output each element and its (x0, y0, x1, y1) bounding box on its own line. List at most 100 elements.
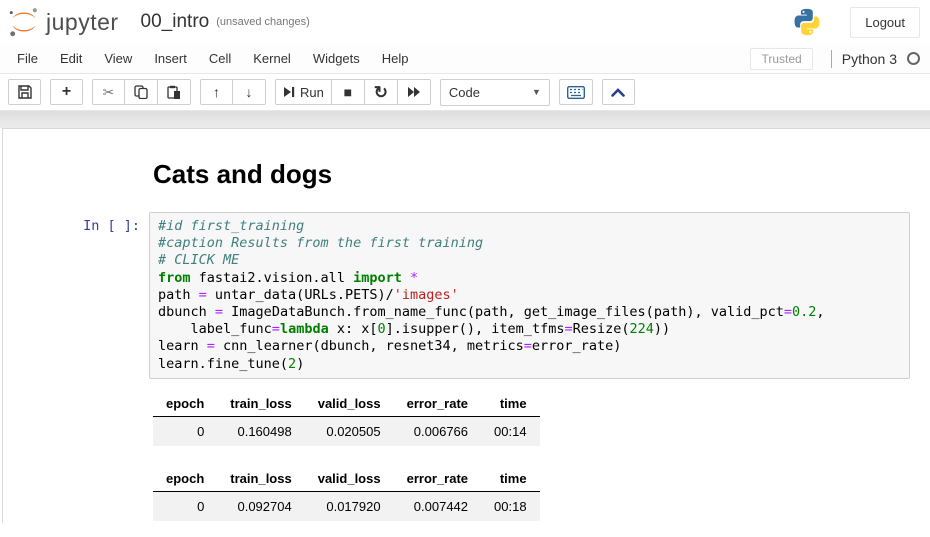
refresh-icon: ↻ (374, 84, 388, 101)
notebook-container: Cats and dogs In [ ]: #id first_training… (2, 128, 930, 523)
run-cell-button[interactable]: Run (275, 79, 332, 105)
table-header-cell: train_loss (217, 391, 304, 417)
menu-bar: File Edit View Insert Cell Kernel Widget… (0, 44, 930, 74)
table-cell: 0.007442 (394, 491, 481, 521)
run-label: Run (300, 85, 324, 100)
scissors-icon: ✂ (103, 85, 115, 99)
restart-run-all-button[interactable] (398, 79, 431, 105)
arrow-down-icon: ↓ (246, 85, 253, 99)
copy-cell-button[interactable] (125, 79, 158, 105)
cut-cell-button[interactable]: ✂ (92, 79, 125, 105)
table-header-cell: epoch (153, 466, 217, 492)
table-header-cell: error_rate (394, 391, 481, 417)
arrow-up-icon: ↑ (213, 85, 220, 99)
code-line: label_func=lambda x: x[0].isupper(), ite… (158, 321, 901, 338)
training-results-table-2: epochtrain_lossvalid_losserror_ratetime0… (153, 466, 540, 523)
table-header-cell: valid_loss (305, 466, 394, 492)
kernel-divider (831, 50, 832, 68)
table-cell: 0.012449 (305, 521, 394, 523)
logout-button[interactable]: Logout (850, 7, 920, 38)
toolbar: + ✂ ↑ ↓ Run ■ ↻ (0, 74, 930, 111)
input-prompt: In [ ]: (3, 212, 149, 379)
kernel-idle-icon (907, 52, 920, 65)
table-row: 00.0927040.0179200.00744200:18 (153, 491, 540, 521)
table-header-cell: train_loss (217, 466, 304, 492)
copy-icon (134, 85, 148, 99)
table-cell: 0.020505 (305, 416, 394, 446)
step-forward-icon (283, 86, 295, 98)
plus-icon: + (62, 84, 71, 100)
table-cell: 0.027785 (217, 521, 304, 523)
menu-edit[interactable]: Edit (49, 45, 93, 72)
checkpoint-status: (unsaved changes) (216, 16, 310, 28)
training-results-table-1: epochtrain_lossvalid_losserror_ratetime0… (153, 391, 540, 446)
table-header-cell: error_rate (394, 466, 481, 492)
notebook-title[interactable]: 00_intro (141, 11, 210, 33)
chevron-up-icon (611, 88, 625, 97)
code-cell: In [ ]: #id first_training#caption Resul… (3, 212, 930, 379)
menu-kernel[interactable]: Kernel (242, 45, 302, 72)
save-button[interactable] (8, 79, 41, 105)
menu-insert[interactable]: Insert (143, 45, 198, 72)
table-cell: 0 (153, 416, 217, 446)
save-icon (18, 85, 32, 99)
markdown-cell[interactable]: Cats and dogs (3, 129, 930, 198)
python-logo-icon (792, 7, 822, 37)
restart-kernel-button[interactable]: ↻ (365, 79, 398, 105)
table-header-cell: valid_loss (305, 391, 394, 417)
stop-icon: ■ (344, 85, 352, 99)
chevron-down-icon: ▼ (532, 87, 541, 97)
menu-view[interactable]: View (93, 45, 143, 72)
table-cell: 0.092704 (217, 491, 304, 521)
menu-list: File Edit View Insert Cell Kernel Widget… (6, 45, 420, 72)
menu-widgets[interactable]: Widgets (302, 45, 371, 72)
add-cell-button[interactable]: + (50, 79, 83, 105)
table-row: 00.1604980.0205050.00676600:14 (153, 416, 540, 446)
table-cell: 00:18 (481, 521, 540, 523)
cell-type-value: Code (449, 85, 480, 100)
table-header-cell: time (481, 391, 540, 417)
jupyter-logo[interactable]: jupyter (8, 6, 119, 38)
command-palette-button[interactable] (559, 79, 593, 105)
jupyter-logo-text: jupyter (46, 9, 119, 36)
menu-cell[interactable]: Cell (198, 45, 242, 72)
table-cell: 00:14 (481, 416, 540, 446)
code-line: path = untar_data(URLs.PETS)/'images' (158, 287, 901, 304)
table-cell: 00:18 (481, 491, 540, 521)
menu-help[interactable]: Help (371, 45, 420, 72)
code-line: learn = cnn_learner(dbunch, resnet34, me… (158, 338, 901, 355)
trusted-button[interactable]: Trusted (750, 48, 812, 70)
cell-type-dropdown[interactable]: Code ▼ (440, 79, 550, 106)
table-row: 10.0277850.0124490.00541300:18 (153, 521, 540, 523)
code-line: # CLICK ME (158, 252, 901, 269)
code-line: #caption Results from the first training (158, 235, 901, 252)
paste-icon (167, 85, 181, 99)
code-line: dbunch = ImageDataBunch.from_name_func(p… (158, 304, 901, 321)
move-cell-down-button[interactable]: ↓ (233, 79, 266, 105)
jupyter-logo-icon (8, 6, 40, 38)
output-area: epochtrain_lossvalid_losserror_ratetime0… (153, 391, 930, 523)
table-cell: 0 (153, 491, 217, 521)
kernel-name: Python 3 (842, 51, 897, 67)
keyboard-icon (567, 86, 585, 99)
table-cell: 0.160498 (217, 416, 304, 446)
table-cell: 0.005413 (394, 521, 481, 523)
notebook-header: jupyter 00_intro (unsaved changes) Logou… (0, 0, 930, 44)
table-cell: 0.017920 (305, 491, 394, 521)
code-line: learn.fine_tune(2) (158, 356, 901, 373)
collapse-toolbar-button[interactable] (602, 79, 635, 105)
code-editor[interactable]: #id first_training#caption Results from … (149, 212, 910, 379)
table-cell: 0.006766 (394, 416, 481, 446)
interrupt-kernel-button[interactable]: ■ (332, 79, 365, 105)
move-cell-up-button[interactable]: ↑ (200, 79, 233, 105)
code-line: from fastai2.vision.all import * (158, 270, 901, 287)
markdown-heading: Cats and dogs (153, 159, 930, 190)
table-cell: 1 (153, 521, 217, 523)
site-background-strip (0, 111, 930, 128)
fast-forward-icon (407, 86, 421, 98)
code-line: #id first_training (158, 218, 901, 235)
paste-cell-button[interactable] (158, 79, 191, 105)
menu-file[interactable]: File (6, 45, 49, 72)
table-header-cell: epoch (153, 391, 217, 417)
table-header-cell: time (481, 466, 540, 492)
